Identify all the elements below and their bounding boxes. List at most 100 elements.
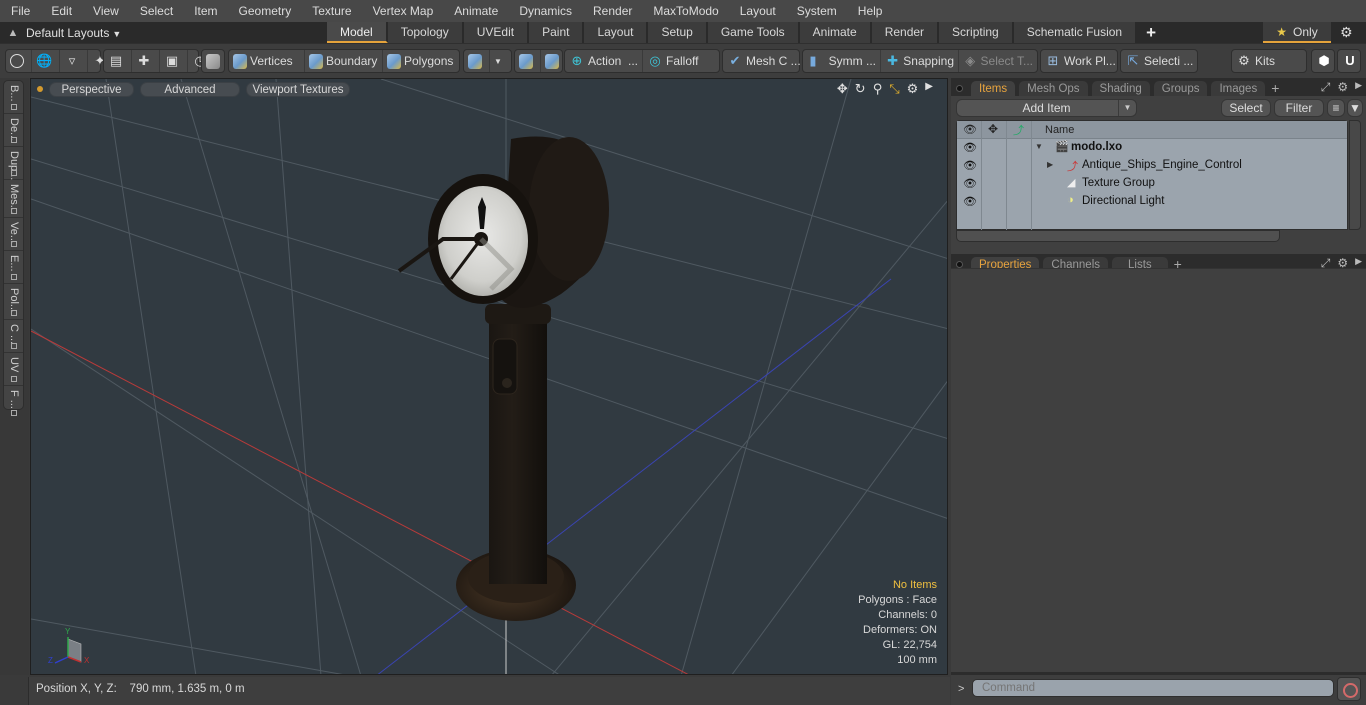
viewport-expand-arrow-icon[interactable]: ▶ xyxy=(925,81,933,97)
tab-animate[interactable]: Animate xyxy=(799,22,872,43)
left-tab-uv[interactable]: UV xyxy=(4,353,23,386)
item-mode-button[interactable]: ▤ xyxy=(104,50,132,72)
move-view-icon[interactable]: ✥ xyxy=(837,81,848,97)
tab-model[interactable]: Model xyxy=(327,22,388,43)
only-toggle[interactable]: ★ Only xyxy=(1263,22,1331,43)
polygons-button[interactable]: Polygons xyxy=(383,50,459,72)
falloff-button[interactable]: ◎ Falloff xyxy=(643,50,719,72)
menu-maxtomodo[interactable]: MaxToModo xyxy=(642,4,728,18)
select-pen-button[interactable]: ▿ xyxy=(60,50,88,72)
filter-button[interactable]: Filter xyxy=(1274,99,1324,117)
lock-column-icon[interactable]: ✥ xyxy=(988,122,998,136)
filter-funnel-button[interactable]: ▼ xyxy=(1347,99,1363,117)
collapse-up-icon[interactable]: ▲ xyxy=(0,27,26,39)
tab-layout[interactable]: Layout xyxy=(584,22,649,43)
select-button[interactable]: Select xyxy=(1221,99,1271,117)
tab-schematic-fusion[interactable]: Schematic Fusion xyxy=(1013,22,1138,43)
mesh-cleanup-button[interactable]: ✔ Mesh C ... xyxy=(723,50,805,72)
menu-file[interactable]: File xyxy=(0,4,40,18)
left-tab-edge[interactable]: E... xyxy=(4,251,23,284)
menu-geometry[interactable]: Geometry xyxy=(228,4,302,18)
tab-paint[interactable]: Paint xyxy=(529,22,585,43)
mesh-mode-button[interactable] xyxy=(202,50,227,72)
add-panel-tab-button[interactable]: + xyxy=(1271,80,1279,96)
symmetry-button[interactable]: ▮ Symm ... xyxy=(803,50,881,72)
cross-mode-button[interactable]: ✚ xyxy=(132,50,160,72)
boundary-button[interactable]: Boundary xyxy=(305,50,383,72)
menu-edit[interactable]: Edit xyxy=(40,4,82,18)
left-tab-polygon[interactable]: Pol... xyxy=(4,284,23,320)
left-tab-mesh-edit[interactable]: Mes... xyxy=(4,180,23,218)
left-tab-basic[interactable]: B... xyxy=(4,81,23,114)
kits-button[interactable]: ⚙ Kits xyxy=(1232,50,1279,72)
visibility-eye-icon[interactable]: 👁 xyxy=(963,177,977,190)
panel-options-dot[interactable] xyxy=(956,261,963,268)
square-mode-button[interactable]: ▣ xyxy=(160,50,188,72)
type-column-icon[interactable]: ⤴ xyxy=(1013,122,1024,138)
name-column-header[interactable]: Name xyxy=(1045,124,1074,136)
fit-view-icon[interactable]: ⤡ xyxy=(889,81,899,97)
maximize-panel-icon[interactable]: ⤢ xyxy=(1321,80,1331,95)
material-mode-button[interactable] xyxy=(464,50,490,72)
record-macro-button[interactable] xyxy=(1337,677,1361,701)
left-tab-vertex[interactable]: Ve... xyxy=(4,218,23,251)
tab-render[interactable]: Render xyxy=(871,22,940,43)
selection-sets-button[interactable]: ⇱ Selecti ... xyxy=(1121,50,1197,72)
menu-layout[interactable]: Layout xyxy=(729,4,786,18)
tab-topology[interactable]: Topology xyxy=(387,22,464,43)
tab-game-tools[interactable]: Game Tools xyxy=(707,22,800,43)
panel-gear-icon[interactable]: ⚙ xyxy=(1337,80,1348,95)
panel-arrow-icon[interactable]: ▶ xyxy=(1355,80,1362,95)
menu-system[interactable]: System xyxy=(786,4,847,18)
tab-scripting[interactable]: Scripting xyxy=(939,22,1014,43)
viewport-gear-icon[interactable]: ⚙ xyxy=(907,81,919,97)
add-item-dropdown-icon[interactable]: ▼ xyxy=(1118,100,1136,116)
view-mode-button[interactable]: Perspective xyxy=(49,81,134,97)
item-list-horizontal-scrollbar[interactable] xyxy=(956,230,1280,242)
snapping-button[interactable]: ✚ Snapping xyxy=(881,50,959,72)
menu-vertex-map[interactable]: Vertex Map xyxy=(362,4,444,18)
transform-b-button[interactable] xyxy=(541,50,566,72)
menu-render[interactable]: Render xyxy=(582,4,642,18)
work-plane-button[interactable]: ⊞ Work Pl... xyxy=(1041,50,1120,72)
list-options-button[interactable]: ≡ xyxy=(1327,99,1345,117)
left-tab-duplicate[interactable]: Dup... xyxy=(4,147,23,180)
action-center-button[interactable]: ⊕ Action ... xyxy=(565,50,643,72)
menu-select[interactable]: Select xyxy=(129,4,183,18)
viewport-options-dot[interactable] xyxy=(37,86,43,92)
menu-dynamics[interactable]: Dynamics xyxy=(508,4,582,18)
gear-icon[interactable]: ⚙ xyxy=(1340,24,1353,41)
tree-row-light[interactable]: 👁 ◑ Directional Light xyxy=(957,193,1347,211)
3d-viewport[interactable]: Y X Z Perspective Advanced Viewport Text… xyxy=(30,78,948,675)
menu-help[interactable]: Help xyxy=(847,4,893,18)
menu-animate[interactable]: Animate xyxy=(443,4,508,18)
left-tab-deform[interactable]: De... xyxy=(4,114,23,147)
select-globe-button[interactable]: 🌐 xyxy=(32,50,60,72)
zoom-view-icon[interactable]: ⚲ xyxy=(873,81,883,97)
shading-mode-button[interactable]: Advanced xyxy=(140,81,240,97)
tree-row-scene[interactable]: 👁 ▼ 🎬 modo.lxo xyxy=(957,139,1347,157)
material-dropdown-button[interactable]: ▼ xyxy=(490,50,506,72)
visibility-eye-icon[interactable]: 👁 xyxy=(963,159,977,172)
rotate-view-icon[interactable]: ↻ xyxy=(855,81,866,97)
vertices-button[interactable]: Vertices xyxy=(229,50,305,72)
visibility-eye-icon[interactable]: 👁 xyxy=(963,195,977,208)
visibility-column-eye-icon[interactable]: 👁 xyxy=(963,123,977,136)
unreal-button[interactable]: U xyxy=(1338,50,1365,72)
add-tab-button[interactable]: + xyxy=(1146,23,1156,43)
item-list-vertical-scrollbar[interactable] xyxy=(1349,120,1361,230)
add-item-button[interactable]: Add Item ▼ xyxy=(956,99,1137,117)
menu-texture[interactable]: Texture xyxy=(301,4,361,18)
panel-options-dot[interactable] xyxy=(956,85,963,92)
select-through-button[interactable]: ◈ Select T... xyxy=(959,50,1037,72)
visibility-eye-icon[interactable]: 👁 xyxy=(963,141,977,154)
viewport-textures-button[interactable]: Viewport Textures xyxy=(246,81,350,97)
left-tab-fusion[interactable]: F ... xyxy=(4,386,23,419)
tab-setup[interactable]: Setup xyxy=(648,22,708,43)
tree-row-texture-group[interactable]: 👁 ◢ Texture Group xyxy=(957,175,1347,193)
select-circle-button[interactable] xyxy=(6,50,32,72)
collapse-triangle-icon[interactable]: ▶ xyxy=(1047,160,1053,169)
transform-a-button[interactable] xyxy=(515,50,541,72)
expand-triangle-icon[interactable]: ▼ xyxy=(1035,142,1043,151)
left-tab-curve[interactable]: C ... xyxy=(4,320,23,353)
